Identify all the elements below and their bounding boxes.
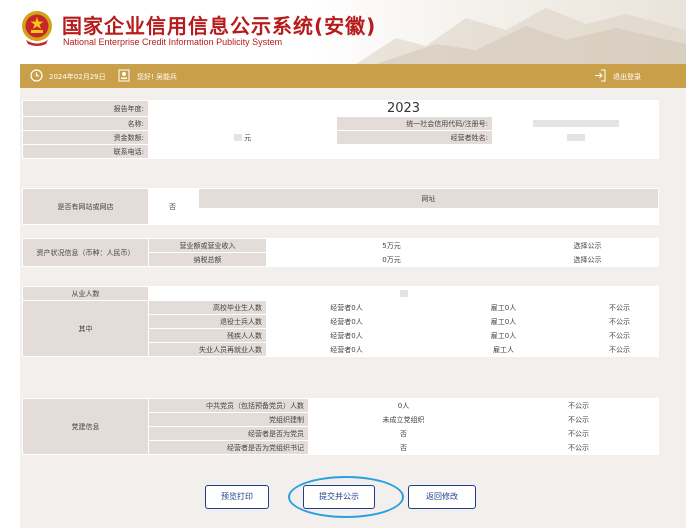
website-table: 是否有网站或网店 否 网址 <box>22 188 659 225</box>
top-bar: 2024年02月29日 您好! 吴能兵 退出登录 <box>20 64 686 88</box>
table-row: 报告年度: 2023 <box>22 100 659 117</box>
website-value: 否 <box>148 188 199 225</box>
party-row-value: 否 <box>308 426 499 441</box>
assets-row-value: 5万元 <box>266 238 517 253</box>
party-row-name: 经营者是否为党员 <box>148 426 309 441</box>
employees-label: 从业人数 <box>22 286 149 301</box>
clock-icon <box>30 69 43 82</box>
party-row-value: 未成立党组织 <box>308 412 499 427</box>
assets-row-publicity: 选择公示 <box>516 252 659 267</box>
site-header: 国家企业信用信息公示系统(安徽) National Enterprise Cre… <box>0 0 686 64</box>
mountain-background <box>356 8 686 64</box>
site-title: 国家企业信用信息公示系统(安徽) <box>62 14 377 38</box>
party-row-publicity: 不公示 <box>498 440 659 455</box>
return-edit-button[interactable]: 返回修改 <box>408 485 476 509</box>
assets-row-value: 0万元 <box>266 252 517 267</box>
report-panel: 报告年度: 2023 名称: 统一社会信用代码/注册号: 资金数额: 元 经营者… <box>20 88 686 528</box>
basic-info-table: 报告年度: 2023 名称: 统一社会信用代码/注册号: 资金数额: 元 经营者… <box>22 100 659 159</box>
name-value <box>148 116 337 131</box>
national-emblem-icon <box>22 11 52 46</box>
employees-row-publicity: 不公示 <box>580 300 659 315</box>
employees-row-name: 残疾人人数 <box>148 328 267 343</box>
party-label: 党建信息 <box>22 398 149 455</box>
user-greeting: 您好! 吴能兵 <box>137 73 178 81</box>
employees-row-hired: 雇工人 <box>426 342 581 357</box>
employees-row-publicity: 不公示 <box>580 328 659 343</box>
party-table: 党建信息 中共党员（包括预备党员）人数 0人 不公示 党组织建制 未成立党组织 … <box>22 398 659 455</box>
table-row: 是否有网站或网店 否 网址 <box>22 188 659 225</box>
assets-table: 资产状况信息（币种：人民币） 营业额或营业收入 5万元 选择公示 纳税总额 0万… <box>22 238 659 267</box>
employees-row-operator: 经营者0人 <box>266 300 427 315</box>
website-url-header: 网址 <box>198 188 659 209</box>
capital-label: 资金数额: <box>22 130 149 145</box>
phone-value <box>148 144 337 159</box>
current-date: 2024年02月29日 <box>49 73 106 81</box>
employees-row-publicity: 不公示 <box>580 342 659 357</box>
employees-count-redacted <box>399 290 408 297</box>
employees-row-hired: 雇工0人 <box>426 328 581 343</box>
assets-label: 资产状况信息（币种：人民币） <box>22 238 149 267</box>
table-row: 资金数额: 元 经营者姓名: <box>22 130 659 145</box>
name-label: 名称: <box>22 116 149 131</box>
table-row: 名称: 统一社会信用代码/注册号: <box>22 116 659 131</box>
table-row: 其中 高校毕业生人数 经营者0人 雇工0人 不公示 <box>22 300 659 357</box>
table-row: 资产状况信息（币种：人民币） 营业额或营业收入 5万元 选择公示 <box>22 238 659 267</box>
operator-name-redacted <box>566 134 585 141</box>
party-row-name: 中共党员（包括预备党员）人数 <box>148 398 309 413</box>
report-year-label: 报告年度: <box>22 100 149 117</box>
employees-table: 从业人数 其中 高校毕业生人数 经营者0人 雇工0人 不公示 退役士兵人数 经营… <box>22 286 659 357</box>
employees-group-label: 其中 <box>22 300 149 357</box>
party-row-publicity: 不公示 <box>498 412 659 427</box>
phone-label: 联系电话: <box>22 144 149 159</box>
assets-row-name: 营业额或营业收入 <box>148 238 267 253</box>
assets-row-publicity: 选择公示 <box>516 238 659 253</box>
capital-unit: 元 <box>244 133 252 142</box>
employees-row-publicity: 不公示 <box>580 314 659 329</box>
employees-row-name: 退役士兵人数 <box>148 314 267 329</box>
employees-row-operator: 经营者0人 <box>266 328 427 343</box>
credit-code-redacted <box>532 120 619 127</box>
website-label: 是否有网站或网店 <box>22 188 149 225</box>
employees-row-name: 高校毕业生人数 <box>148 300 267 315</box>
employees-row-operator: 经营者0人 <box>266 342 427 357</box>
credit-code-label: 统一社会信用代码/注册号: <box>336 116 493 131</box>
employees-row-operator: 经营者0人 <box>266 314 427 329</box>
party-row-value: 0人 <box>308 398 499 413</box>
preview-print-button[interactable]: 预览打印 <box>205 485 269 509</box>
logout-link[interactable]: 退出登录 <box>613 72 641 82</box>
party-row-value: 否 <box>308 440 499 455</box>
party-row-publicity: 不公示 <box>498 398 659 413</box>
user-card-icon <box>118 69 130 82</box>
website-url-value <box>198 208 659 225</box>
party-row-publicity: 不公示 <box>498 426 659 441</box>
employees-row-hired: 雇工0人 <box>426 300 581 315</box>
operator-name-label: 经营者姓名: <box>336 130 493 145</box>
capital-redacted <box>233 134 242 141</box>
report-year-value: 2023 <box>386 101 421 116</box>
table-row: 党建信息 中共党员（包括预备党员）人数 0人 不公示 <box>22 398 659 455</box>
site-subtitle: National Enterprise Credit Information P… <box>63 37 283 47</box>
employees-row-hired: 雇工0人 <box>426 314 581 329</box>
table-row: 联系电话: <box>22 144 659 159</box>
party-row-name: 经营者是否为党组织书记 <box>148 440 309 455</box>
logout-icon[interactable] <box>594 69 606 82</box>
assets-row-name: 纳税总额 <box>148 252 267 267</box>
party-row-name: 党组织建制 <box>148 412 309 427</box>
table-row: 从业人数 <box>22 286 659 301</box>
submit-publish-button[interactable]: 提交并公示 <box>303 485 375 509</box>
employees-row-name: 失业人员再就业人数 <box>148 342 267 357</box>
